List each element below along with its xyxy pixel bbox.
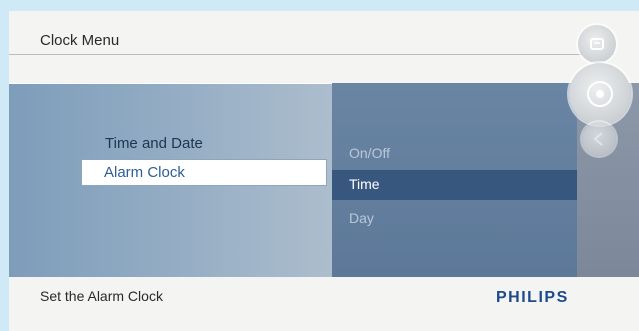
menu-item-label: Alarm Clock (104, 164, 185, 181)
header-divider (9, 54, 614, 55)
menu-icon[interactable] (578, 25, 616, 63)
menu-content: Time and Date Alarm Clock On/Off Time Da… (9, 83, 639, 277)
menu-item-time-and-date[interactable]: Time and Date (105, 135, 203, 152)
menu-item-alarm-clock[interactable]: Alarm Clock (81, 159, 327, 186)
submenu-item-time[interactable]: Time (332, 170, 577, 200)
header: Clock Menu (9, 11, 639, 83)
page-title: Clock Menu (40, 32, 120, 49)
brand-logo: PHILIPS (496, 289, 569, 306)
help-text: Set the Alarm Clock (40, 288, 163, 304)
submenu-item-label: Time (349, 176, 380, 192)
navigation-dial-icon[interactable] (569, 63, 631, 125)
back-icon[interactable] (582, 122, 616, 156)
submenu-item-day[interactable]: Day (349, 210, 374, 226)
submenu-panel: On/Off Time Day (332, 83, 577, 277)
photo-frame-screen: Clock Menu Time and Date Alarm Clock On/… (9, 11, 639, 331)
footer: Set the Alarm Clock PHILIPS (9, 277, 639, 331)
submenu-item-on-off[interactable]: On/Off (349, 145, 390, 161)
